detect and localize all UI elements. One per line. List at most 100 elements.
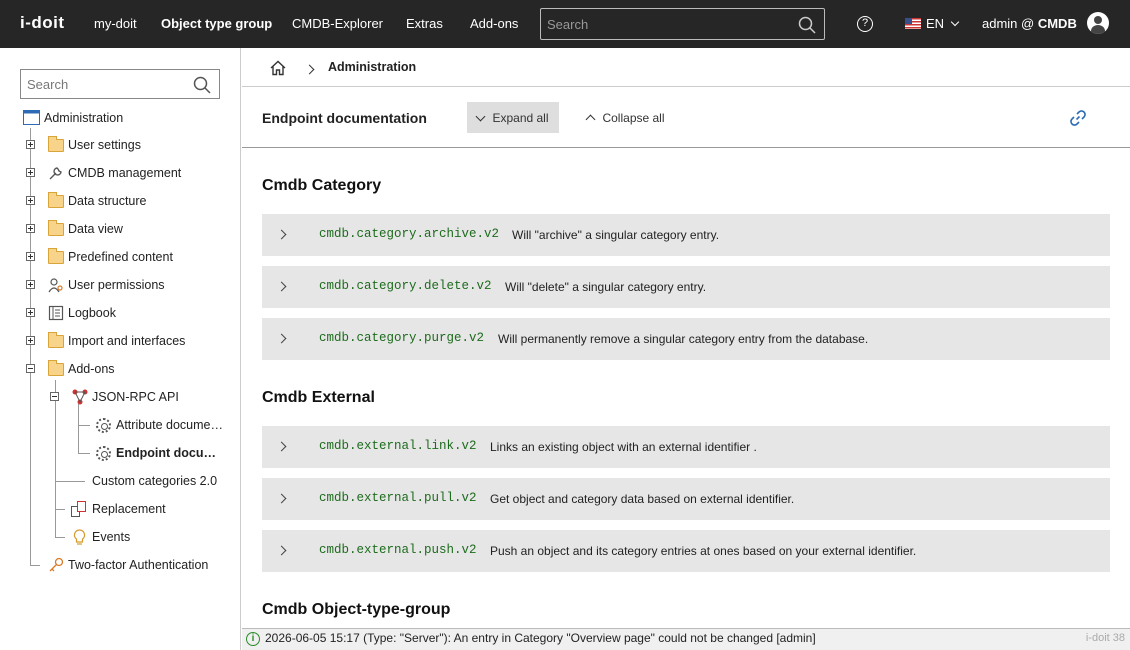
tree-line — [55, 509, 65, 510]
sidebar-item-data-view[interactable]: Data view — [26, 219, 226, 239]
nav-object-type-group[interactable]: Object type group — [161, 16, 272, 31]
folder-icon — [48, 220, 64, 236]
endpoint-row[interactable]: cmdb.category.archive.v2 Will "archive" … — [262, 214, 1110, 256]
chevron-up-icon — [586, 114, 596, 124]
sidebar-item-json-rpc-api[interactable]: JSON-RPC API — [50, 387, 230, 407]
collapse-icon[interactable] — [26, 364, 35, 373]
collapse-icon[interactable] — [50, 392, 59, 401]
expand-all-label: Expand all — [492, 110, 549, 125]
tree-line — [78, 425, 90, 426]
collapse-all-button[interactable]: Collapse all — [578, 102, 674, 133]
endpoint-row[interactable]: cmdb.external.push.v2 Push an object and… — [262, 530, 1110, 572]
endpoint-row[interactable]: cmdb.category.purge.v2 Will permanently … — [262, 318, 1110, 360]
sidebar-item-predefined-content[interactable]: Predefined content — [26, 247, 226, 267]
expand-icon[interactable] — [26, 196, 35, 205]
breadcrumb-current[interactable]: Administration — [328, 60, 416, 74]
endpoint-description: Push an object and its category entries … — [490, 544, 917, 558]
version-label: i-doit 38 — [1085, 632, 1125, 644]
tree-label: Endpoint docu… — [116, 446, 216, 460]
link-icon[interactable] — [1069, 109, 1087, 127]
endpoint-row[interactable]: cmdb.external.pull.v2 Get object and cat… — [262, 478, 1110, 520]
sidebar-search-box — [20, 69, 220, 99]
lightbulb-icon — [73, 529, 86, 545]
home-icon[interactable] — [270, 60, 286, 76]
expand-icon[interactable] — [26, 252, 35, 261]
top-navigation-bar: i-doit my-doit Object type group CMDB-Ex… — [0, 0, 1130, 48]
expand-icon[interactable] — [26, 308, 35, 317]
tree-label: Two-factor Authentication — [68, 558, 209, 572]
tree-label: Custom categories 2.0 — [92, 474, 218, 488]
endpoint-code: cmdb.category.purge.v2 — [319, 331, 485, 345]
chevron-right-icon — [276, 333, 287, 344]
folder-icon — [48, 136, 64, 152]
avatar[interactable] — [1087, 12, 1109, 34]
help-icon[interactable]: ? — [857, 16, 873, 32]
tree-line — [30, 565, 40, 566]
sidebar-item-custom-categories[interactable]: Custom categories 2.0 — [92, 471, 232, 491]
search-icon[interactable] — [193, 76, 211, 94]
folder-icon — [48, 332, 64, 348]
global-search-input[interactable] — [541, 9, 781, 39]
tree-label: Logbook — [68, 306, 116, 320]
tree-label: User permissions — [68, 278, 165, 292]
endpoint-description: Will "delete" a singular category entry. — [505, 280, 707, 294]
sidebar-item-events[interactable]: Events — [70, 527, 210, 547]
tree-label: CMDB management — [68, 166, 182, 180]
sidebar-item-cmdb-management[interactable]: CMDB management — [26, 163, 226, 183]
tree-label: Data structure — [68, 194, 147, 208]
idoit-logo[interactable]: i-doit — [20, 13, 65, 33]
expand-icon[interactable] — [26, 336, 35, 345]
tree-line — [78, 453, 90, 454]
chevron-right-icon — [304, 60, 315, 76]
logbook-icon — [48, 305, 64, 321]
search-icon[interactable] — [798, 16, 816, 34]
chevron-down-icon — [476, 111, 486, 121]
replacement-icon — [71, 501, 86, 517]
users-key-icon — [48, 278, 63, 293]
sidebar-item-user-settings[interactable]: User settings — [26, 135, 226, 155]
sidebar-item-two-factor-authentication[interactable]: Two-factor Authentication — [46, 555, 236, 575]
chevron-right-icon — [276, 441, 287, 452]
language-selector[interactable]: EN — [926, 16, 959, 31]
sidebar-item-import-and-interfaces[interactable]: Import and interfaces — [26, 331, 226, 351]
tree-label: JSON-RPC API — [92, 390, 179, 404]
gear-icon — [96, 418, 111, 433]
chevron-right-icon — [276, 493, 287, 504]
us-flag-icon[interactable] — [905, 18, 921, 29]
endpoint-row[interactable]: cmdb.category.delete.v2 Will "delete" a … — [262, 266, 1110, 308]
section-heading: Cmdb Category — [262, 177, 382, 194]
nav-extras[interactable]: Extras — [406, 16, 443, 31]
sidebar-item-data-structure[interactable]: Data structure — [26, 191, 226, 211]
tree-label: Events — [92, 530, 131, 544]
collapse-all-label: Collapse all — [602, 110, 665, 125]
status-message[interactable]: 2026-06-05 15:17 (Type: "Server"): An en… — [265, 631, 816, 645]
sidebar-item-attribute-documentation[interactable]: Attribute docume… — [96, 415, 226, 435]
user-menu[interactable]: admin @ CMDB — [982, 16, 1077, 31]
sidebar-search-input[interactable] — [21, 70, 186, 98]
api-nodes-icon — [72, 389, 88, 405]
tree-root-administration[interactable]: Administration — [23, 108, 223, 128]
endpoint-code: cmdb.external.pull.v2 — [319, 491, 477, 505]
info-icon: i — [246, 632, 260, 646]
tree-line — [78, 404, 79, 453]
sidebar-item-add-ons[interactable]: Add-ons — [26, 359, 226, 379]
endpoint-row[interactable]: cmdb.external.link.v2 Links an existing … — [262, 426, 1110, 468]
sidebar-item-replacement[interactable]: Replacement — [70, 499, 210, 519]
user-name: admin @ — [982, 16, 1035, 31]
sidebar-item-user-permissions[interactable]: User permissions — [26, 275, 226, 295]
expand-icon[interactable] — [26, 224, 35, 233]
expand-icon[interactable] — [26, 168, 35, 177]
nav-add-ons[interactable]: Add-ons — [470, 16, 518, 31]
nav-cmdb-explorer[interactable]: CMDB-Explorer — [292, 16, 383, 31]
nav-my-doit[interactable]: my-doit — [94, 16, 137, 31]
sidebar-item-logbook[interactable]: Logbook — [26, 303, 226, 323]
folder-icon — [48, 192, 64, 208]
sidebar-item-endpoint-documentation[interactable]: Endpoint docu… — [96, 443, 226, 463]
expand-all-button[interactable]: Expand all — [467, 102, 559, 133]
wrench-icon — [49, 167, 62, 180]
expand-icon[interactable] — [26, 280, 35, 289]
endpoint-code: cmdb.external.link.v2 — [319, 439, 477, 453]
section-heading: Cmdb Object-type-group — [262, 601, 451, 618]
tree-line — [55, 481, 85, 482]
expand-icon[interactable] — [26, 140, 35, 149]
